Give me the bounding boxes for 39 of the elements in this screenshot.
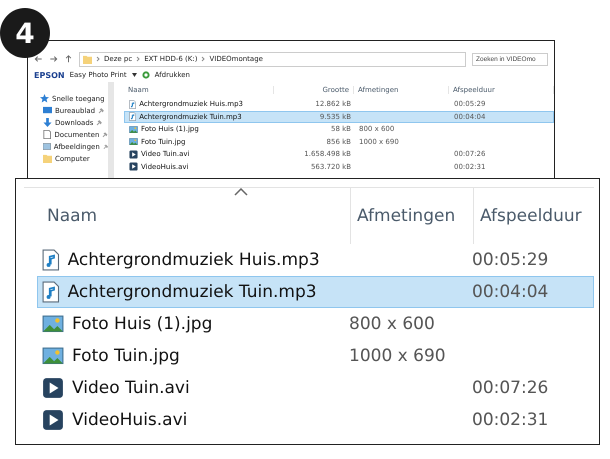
column-header[interactable]: Afmetingen bbox=[351, 188, 474, 244]
chevron-icon bbox=[201, 56, 206, 62]
file-row[interactable]: Foto Huis (1).jpg 800 x 600 bbox=[37, 308, 594, 340]
column-header[interactable]: Naam bbox=[41, 188, 351, 244]
folder-icon bbox=[43, 154, 52, 163]
image-file-icon bbox=[42, 347, 64, 365]
file-row[interactable]: Foto Tuin.jpg 1000 x 690 bbox=[37, 340, 594, 372]
video-file-icon bbox=[129, 162, 138, 172]
column-header[interactable]: Afspeelduur bbox=[474, 188, 594, 244]
dropdown-caret-icon[interactable] bbox=[132, 73, 137, 77]
back-arrow-icon[interactable] bbox=[34, 55, 43, 63]
audio-file-icon bbox=[129, 112, 136, 122]
file-row[interactable]: Achtergrondmuziek Huis.mp3 00:05:29 bbox=[37, 244, 594, 276]
star-icon bbox=[40, 94, 49, 103]
video-file-icon bbox=[42, 377, 64, 399]
printer-icon bbox=[142, 71, 150, 79]
pictures-icon bbox=[43, 142, 51, 151]
audio-file-icon bbox=[42, 249, 60, 271]
sort-caret-icon bbox=[234, 188, 248, 196]
audio-file-icon bbox=[129, 100, 136, 109]
image-file-icon bbox=[42, 315, 64, 333]
desktop-icon bbox=[43, 106, 52, 115]
image-file-icon bbox=[129, 138, 138, 146]
up-arrow-icon[interactable] bbox=[64, 55, 73, 63]
video-file-icon bbox=[42, 409, 64, 431]
folder-icon bbox=[83, 54, 92, 64]
file-row[interactable]: Achtergrondmuziek Tuin.mp3 00:04:04 bbox=[37, 276, 594, 308]
chevron-icon bbox=[96, 56, 100, 62]
audio-file-icon bbox=[42, 281, 60, 303]
file-row[interactable]: VideoHuis.avi 00:02:31 bbox=[37, 404, 594, 436]
file-row[interactable]: Video Tuin.avi 00:07:26 bbox=[37, 372, 594, 404]
download-icon bbox=[43, 118, 52, 127]
brand-label: EPSON bbox=[34, 70, 65, 80]
document-icon bbox=[43, 130, 52, 139]
forward-arrow-icon[interactable] bbox=[49, 55, 58, 63]
chevron-icon bbox=[136, 56, 140, 62]
step-number-badge: 4 bbox=[0, 8, 50, 58]
video-file-icon bbox=[129, 150, 138, 159]
image-file-icon bbox=[129, 126, 138, 133]
